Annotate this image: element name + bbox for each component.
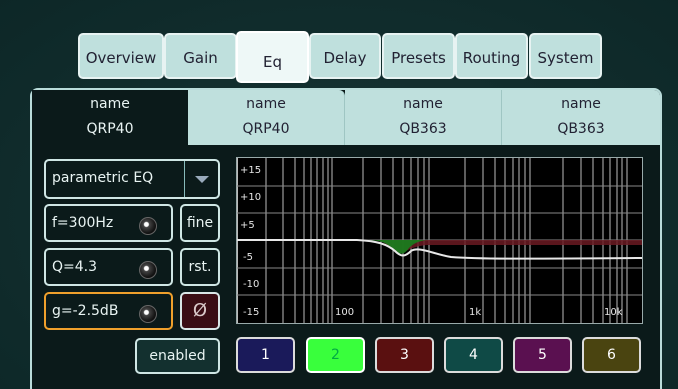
eq-type-select[interactable]: parametric EQ	[44, 159, 220, 199]
x-label: 1k	[469, 307, 481, 318]
tab-gain[interactable]: Gain	[164, 33, 237, 79]
gain-control[interactable]: g=-2.5dB	[44, 292, 173, 330]
knob-icon[interactable]	[139, 305, 157, 323]
channel-name-label: name	[561, 96, 601, 112]
y-label: +15	[240, 165, 261, 176]
x-label: 10k	[604, 307, 623, 318]
knob-icon[interactable]	[139, 261, 157, 279]
tab-overview[interactable]: Overview	[78, 33, 164, 79]
y-label: +10	[240, 192, 261, 203]
tab-presets[interactable]: Presets	[382, 33, 455, 79]
eq-type-value: parametric EQ	[52, 170, 154, 186]
x-axis-labels: 100 1k 10k	[335, 307, 623, 318]
tab-system[interactable]: System	[529, 33, 602, 79]
y-label: -5	[243, 252, 253, 263]
eq-response-graph[interactable]: +15 +10 +5 -5 -10 -15 100 1k 10k	[236, 157, 643, 324]
channel-tab-3[interactable]: name QB363	[345, 90, 502, 145]
channel-model: QRP40	[86, 121, 134, 137]
q-control[interactable]: Q=4.3	[44, 248, 173, 286]
frequency-control[interactable]: f=300Hz	[44, 204, 173, 242]
reset-button[interactable]: rst.	[180, 248, 220, 286]
band-5-button[interactable]: 5	[513, 337, 572, 373]
enabled-button[interactable]: enabled	[135, 338, 220, 374]
channel-tabs: name QRP40 name QRP40 name QB363 name QB…	[32, 90, 660, 145]
channel-tab-2[interactable]: name QRP40	[188, 90, 345, 145]
tab-delay[interactable]: Delay	[309, 33, 381, 79]
tab-routing[interactable]: Routing	[455, 33, 528, 79]
q-value: Q=4.3	[52, 259, 98, 275]
chevron-down-icon[interactable]	[184, 161, 218, 197]
y-label: -15	[243, 307, 259, 318]
channel-name-label: name	[403, 96, 443, 112]
band-4-button[interactable]: 4	[444, 337, 503, 373]
band-1-button[interactable]: 1	[236, 337, 295, 373]
channel-model: QRP40	[242, 121, 290, 137]
channel-tab-1[interactable]: name QRP40	[32, 90, 188, 145]
channel-tab-4[interactable]: name QB363	[502, 90, 660, 145]
fine-button[interactable]: fine	[180, 204, 220, 242]
channel-name-label: name	[90, 96, 130, 112]
band-2-button[interactable]: 2	[306, 337, 365, 373]
channel-name-label: name	[246, 96, 286, 112]
band-6-button[interactable]: 6	[582, 337, 641, 373]
channel-model: QB363	[399, 121, 447, 137]
y-label: +5	[240, 220, 255, 231]
band-3-button[interactable]: 3	[375, 337, 434, 373]
knob-icon[interactable]	[139, 217, 157, 235]
tab-eq[interactable]: Eq	[236, 31, 309, 83]
channel-model: QB363	[557, 121, 605, 137]
frequency-value: f=300Hz	[52, 215, 114, 231]
x-label: 100	[335, 307, 354, 318]
phase-invert-button[interactable]: Ø	[180, 292, 220, 330]
eq-graph-svg: +15 +10 +5 -5 -10 -15 100 1k 10k	[237, 158, 642, 323]
gain-value: g=-2.5dB	[52, 303, 119, 319]
y-label: -10	[243, 279, 259, 290]
